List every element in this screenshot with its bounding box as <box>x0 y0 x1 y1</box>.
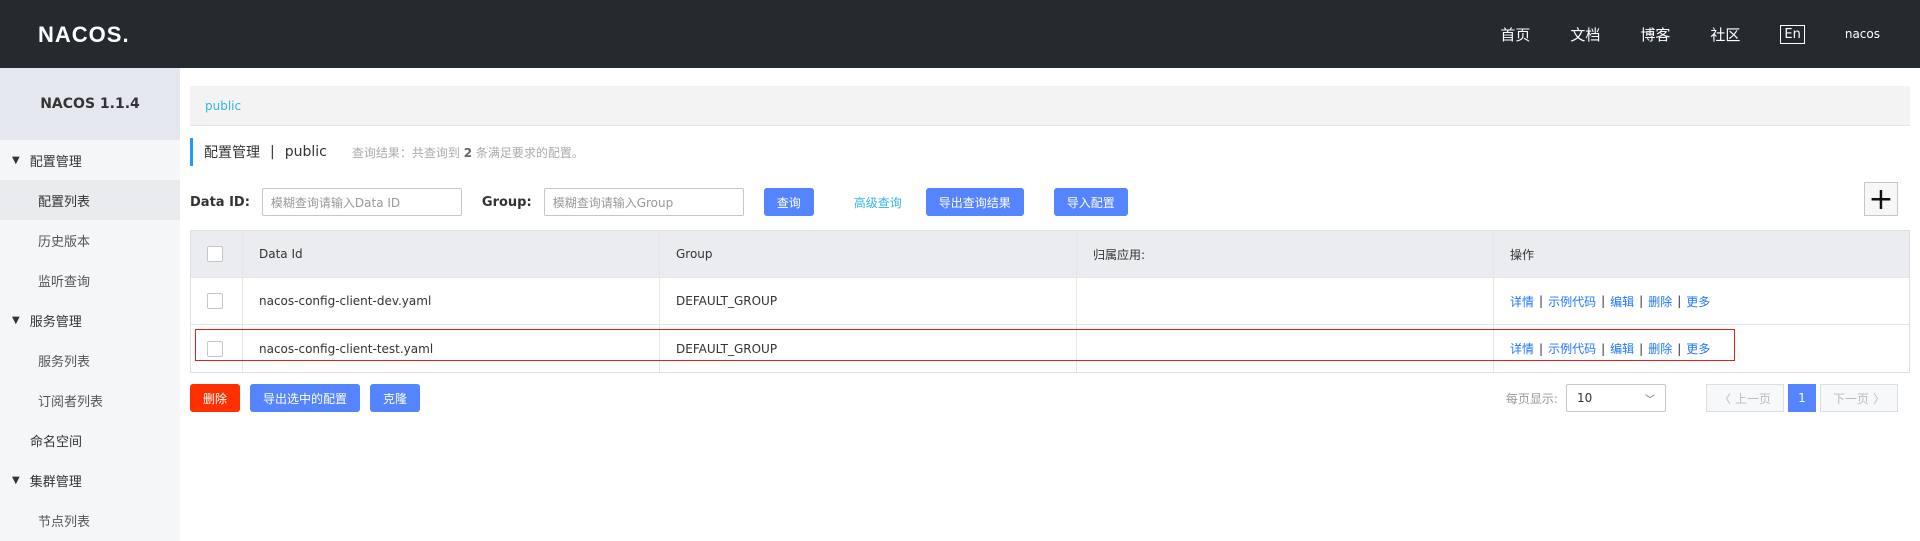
page-title-row: 配置管理 | public 查询结果：共查询到 2 条满足要求的配置。 <box>190 138 584 166</box>
top-navbar: NACOS. 首页 文档 博客 社区 En nacos <box>0 0 1920 68</box>
sidebar-item-history[interactable]: 历史版本 <box>0 220 180 260</box>
config-table: Data Id Group 归属应用: 操作 nacos-config-clie… <box>190 230 1910 373</box>
page-size-select[interactable]: 10 ﹀ <box>1565 384 1666 412</box>
plus-icon: + <box>1868 181 1894 217</box>
prev-page-button[interactable]: 〈 上一页 <box>1705 384 1784 412</box>
header-ops: 操作 <box>1510 247 1535 262</box>
cell-app <box>1077 278 1494 324</box>
op-delete[interactable]: 删除 <box>1648 340 1672 357</box>
sidebar-item-listener[interactable]: 监听查询 <box>0 260 180 300</box>
prev-label: 上一页 <box>1734 391 1771 406</box>
menu-group-label: 配置管理 <box>29 154 82 170</box>
sidebar-item-service-list[interactable]: 服务列表 <box>0 340 180 380</box>
row-checkbox-cell <box>191 325 243 372</box>
result-suffix: 条满足要求的配置。 <box>475 145 584 160</box>
sidebar-item-namespace[interactable]: 命名空间 <box>0 420 180 460</box>
title-separator: | <box>270 144 275 160</box>
header-app: 归属应用: <box>1077 231 1494 277</box>
sidebar-title: NACOS 1.1.4 <box>0 68 180 140</box>
query-button[interactable]: 查询 <box>763 188 814 216</box>
row-checkbox-cell <box>191 278 243 324</box>
row-checkbox[interactable] <box>207 340 223 357</box>
cell-data-id: nacos-config-client-dev.yaml <box>243 278 660 324</box>
cell-ops: 详情 | 示例代码 | 编辑 | 删除 | 更多 <box>1510 293 1711 310</box>
nav-blog[interactable]: 博客 <box>1640 24 1670 45</box>
namespace-bar: public <box>190 86 1910 126</box>
nav-community[interactable]: 社区 <box>1710 24 1740 45</box>
next-label: 下一页 <box>1832 391 1869 406</box>
table-row: nacos-config-client-dev.yaml DEFAULT_GRO… <box>191 278 1909 325</box>
sidebar-item-subscriber-list[interactable]: 订阅者列表 <box>0 380 180 420</box>
header-checkbox-cell <box>191 231 243 277</box>
export-query-result-button[interactable]: 导出查询结果 <box>925 188 1024 216</box>
page-size-label: 每页显示: <box>1505 391 1558 406</box>
language-switch[interactable]: En <box>1780 24 1805 44</box>
sidebar-item-config-list[interactable]: 配置列表 <box>0 180 180 220</box>
main-content: public 配置管理 | public 查询结果：共查询到 2 条满足要求的配… <box>190 68 1910 541</box>
menu-group-config[interactable]: ▼ 配置管理 <box>0 140 180 180</box>
table-header-row: Data Id Group 归属应用: 操作 <box>191 231 1909 278</box>
cell-data-id: nacos-config-client-test.yaml <box>243 325 660 372</box>
menu-group-label: 服务管理 <box>29 314 82 330</box>
menu-group-service[interactable]: ▼ 服务管理 <box>0 300 180 340</box>
group-label: Group: <box>481 194 532 210</box>
import-config-button[interactable]: 导入配置 <box>1053 188 1128 216</box>
nacos-logo[interactable]: NACOS. <box>38 22 130 48</box>
nav-docs[interactable]: 文档 <box>1570 24 1600 45</box>
header-group: Group <box>660 231 1077 277</box>
advanced-query-link[interactable]: 高级查询 <box>854 194 902 211</box>
pagination: 每页显示: 10 ﹀ 〈 上一页 1 下一页 〉 <box>1506 384 1898 412</box>
caret-down-icon: ▼ <box>12 314 20 326</box>
op-more[interactable]: 更多 <box>1686 293 1710 310</box>
page-number-current[interactable]: 1 <box>1787 384 1816 412</box>
select-all-checkbox[interactable] <box>207 246 223 262</box>
op-detail[interactable]: 详情 <box>1510 293 1534 310</box>
menu-group-label: 集群管理 <box>29 474 82 490</box>
page-title: 配置管理 <box>204 145 260 161</box>
add-config-button[interactable]: + <box>1864 181 1898 217</box>
op-edit[interactable]: 编辑 <box>1610 293 1634 310</box>
header-data-id: Data Id <box>243 231 660 277</box>
next-page-button[interactable]: 下一页 〉 <box>1819 384 1898 412</box>
op-delete[interactable]: 删除 <box>1648 293 1672 310</box>
sidebar: NACOS 1.1.4 ▼ 配置管理 配置列表 历史版本 监听查询 ▼ 服务管理… <box>0 68 180 541</box>
delete-selected-button[interactable]: 删除 <box>190 384 241 412</box>
namespace-name: public <box>284 144 327 160</box>
data-id-label: Data ID: <box>190 194 250 210</box>
namespace-link-public[interactable]: public <box>205 99 241 113</box>
data-id-input[interactable]: 模糊查询请输入Data ID <box>261 188 462 216</box>
caret-down-icon: ▼ <box>12 154 20 166</box>
cell-app <box>1077 325 1494 372</box>
chevron-down-icon: ﹀ <box>1644 394 1655 406</box>
result-count: 2 <box>463 145 473 160</box>
op-detail[interactable]: 详情 <box>1510 340 1534 357</box>
cell-ops: 详情 | 示例代码 | 编辑 | 删除 | 更多 <box>1510 340 1711 357</box>
op-edit[interactable]: 编辑 <box>1610 340 1634 357</box>
op-sample-code[interactable]: 示例代码 <box>1548 293 1596 310</box>
chevron-right-icon: 〉 <box>1872 391 1885 406</box>
clone-button[interactable]: 克隆 <box>370 384 421 412</box>
sidebar-item-node-list[interactable]: 节点列表 <box>0 500 180 540</box>
cell-group: DEFAULT_GROUP <box>660 325 1077 372</box>
op-more[interactable]: 更多 <box>1686 340 1710 357</box>
top-nav: 首页 文档 博客 社区 En nacos <box>1500 0 1920 68</box>
bottom-actions: 删除 导出选中的配置 克隆 每页显示: 10 ﹀ 〈 上一页 1 下一页 〉 <box>190 384 1910 412</box>
result-prefix: 查询结果：共查询到 <box>351 145 460 160</box>
menu-group-cluster[interactable]: ▼ 集群管理 <box>0 460 180 500</box>
page-size-value: 10 <box>1576 391 1593 405</box>
group-input[interactable]: 模糊查询请输入Group <box>543 188 744 216</box>
export-selected-button[interactable]: 导出选中的配置 <box>250 384 361 412</box>
caret-down-icon: ▼ <box>12 474 20 486</box>
table-row: nacos-config-client-test.yaml DEFAULT_GR… <box>191 325 1909 372</box>
user-name[interactable]: nacos <box>1845 27 1880 41</box>
cell-group: DEFAULT_GROUP <box>660 278 1077 324</box>
search-row: Data ID: 模糊查询请输入Data ID Group: 模糊查询请输入Gr… <box>190 182 1910 217</box>
query-result-text: 查询结果：共查询到 2 条满足要求的配置。 <box>352 144 584 161</box>
nav-home[interactable]: 首页 <box>1500 24 1530 45</box>
op-sample-code[interactable]: 示例代码 <box>1548 340 1596 357</box>
row-checkbox[interactable] <box>207 293 223 309</box>
chevron-left-icon: 〈 <box>1718 391 1731 406</box>
